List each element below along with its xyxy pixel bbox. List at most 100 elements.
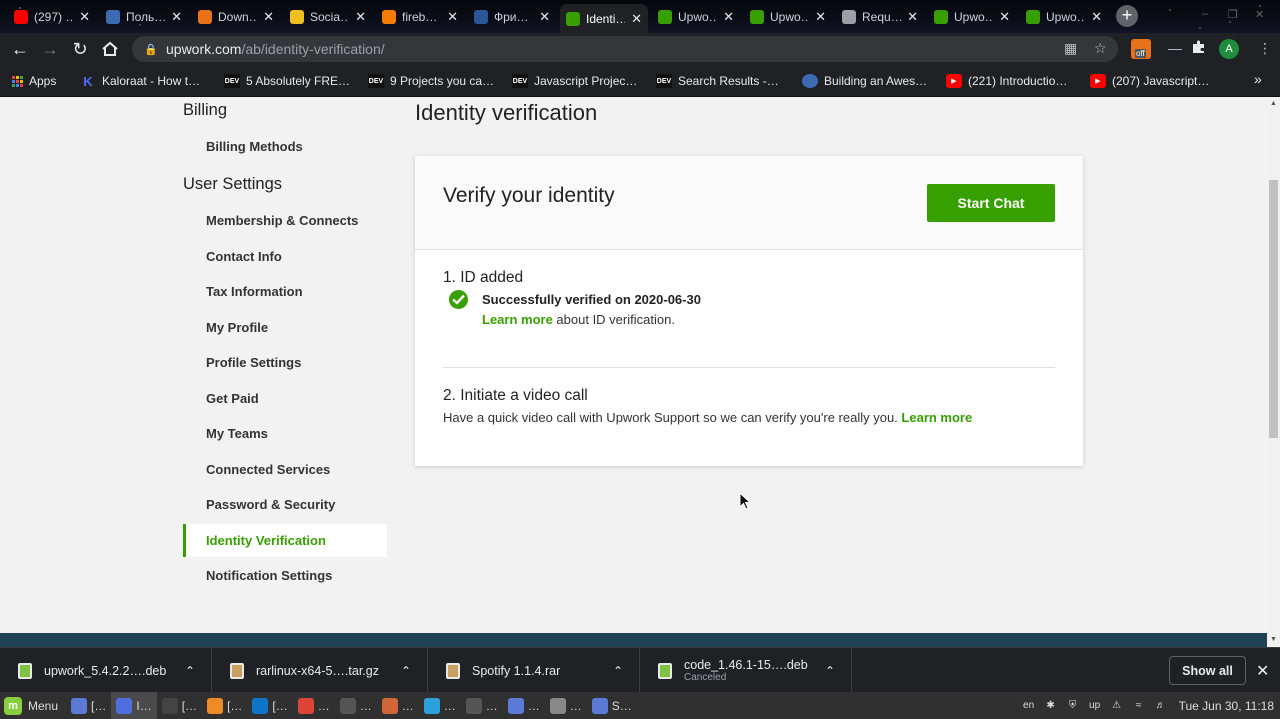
browser-tab[interactable]: Identi… ✕ bbox=[560, 4, 648, 33]
sidebar-item-my-teams[interactable]: My Teams bbox=[183, 417, 387, 450]
sidebar-item-identity-verification[interactable]: Identity Verification bbox=[183, 523, 387, 557]
back-button[interactable]: ← bbox=[8, 37, 32, 61]
taskbar-window-item[interactable]: [… bbox=[157, 692, 202, 719]
close-tab-icon[interactable]: ✕ bbox=[999, 9, 1010, 25]
sidebar-item-contact-info[interactable]: Contact Info bbox=[183, 240, 387, 273]
bookmark-item[interactable]: ▶ (207) Javascript… bbox=[1090, 72, 1209, 90]
sidebar-item-connected-services[interactable]: Connected Services bbox=[183, 453, 387, 486]
warning-icon[interactable]: ⚠ bbox=[1109, 698, 1125, 714]
show-all-downloads-button[interactable]: Show all bbox=[1169, 656, 1246, 685]
forward-button[interactable]: → bbox=[38, 37, 62, 61]
chevron-up-icon[interactable]: ⌃ bbox=[613, 664, 623, 678]
wifi-icon[interactable]: ≈ bbox=[1131, 698, 1147, 714]
page-scrollbar[interactable]: ▲ ▼ bbox=[1267, 98, 1280, 647]
chevron-up-icon[interactable]: ⌃ bbox=[825, 664, 835, 678]
chevron-up-icon[interactable]: ⌃ bbox=[401, 664, 411, 678]
close-tab-icon[interactable]: ✕ bbox=[631, 11, 642, 27]
taskbar-window-item[interactable]: … bbox=[503, 692, 545, 719]
taskbar-window-item[interactable]: … bbox=[377, 692, 419, 719]
shield-icon[interactable]: ⛨ bbox=[1065, 698, 1081, 714]
browser-tab[interactable]: fireb… ✕ bbox=[376, 4, 464, 29]
more-bookmarks-icon[interactable]: » bbox=[1254, 71, 1262, 87]
taskbar-window-item[interactable]: [… bbox=[66, 692, 111, 719]
download-item[interactable]: upwork_5.4.2.2….deb ⌃ bbox=[0, 648, 212, 693]
download-item[interactable]: code_1.46.1-15….deb Canceled ⌃ bbox=[640, 648, 852, 693]
sidebar-item-membership-connects[interactable]: Membership & Connects bbox=[183, 204, 387, 237]
sidebar-item-password-security[interactable]: Password & Security bbox=[183, 488, 387, 521]
close-tab-icon[interactable]: ✕ bbox=[1091, 9, 1102, 25]
close-tab-icon[interactable]: ✕ bbox=[815, 9, 826, 25]
minimize-window-icon[interactable]: – bbox=[1202, 8, 1208, 20]
scroll-up-icon[interactable]: ▲ bbox=[1270, 100, 1277, 107]
download-item[interactable]: Spotify 1.1.4.rar ⌃ bbox=[428, 648, 640, 693]
browser-tab[interactable]: Upwo… ✕ bbox=[928, 4, 1016, 29]
scrollbar-thumb[interactable] bbox=[1269, 180, 1278, 438]
start-chat-button[interactable]: Start Chat bbox=[927, 184, 1055, 222]
download-item[interactable]: rarlinux-x64-5….tar.gz ⌃ bbox=[212, 648, 428, 693]
close-tab-icon[interactable]: ✕ bbox=[907, 9, 918, 25]
reload-button[interactable]: ↻ bbox=[68, 37, 92, 61]
scroll-down-icon[interactable]: ▼ bbox=[1270, 636, 1277, 643]
sidebar-item-tax-information[interactable]: Tax Information bbox=[183, 275, 387, 308]
taskbar-window-item[interactable]: [… bbox=[247, 692, 292, 719]
browser-menu-icon[interactable]: ⋮ bbox=[1258, 40, 1272, 57]
bookmark-item[interactable]: DEV Search Results -… bbox=[656, 72, 779, 90]
browser-tab[interactable]: Upwo… ✕ bbox=[1020, 4, 1108, 29]
taskbar-window-item[interactable]: I… bbox=[111, 692, 157, 719]
bookmark-item[interactable]: K Kaloraat - How t… bbox=[80, 72, 200, 90]
close-tab-icon[interactable]: ✕ bbox=[355, 9, 366, 25]
home-button[interactable] bbox=[98, 37, 122, 61]
bookmark-item[interactable]: Building an Awes… bbox=[802, 72, 927, 90]
extension-menu-icon[interactable]: — bbox=[1168, 40, 1182, 56]
bookmark-item[interactable]: DEV 5 Absolutely FRE… bbox=[224, 72, 350, 90]
sidebar-item-notification-settings[interactable]: Notification Settings bbox=[183, 559, 387, 592]
taskbar-window-item[interactable]: S… bbox=[587, 692, 637, 719]
sidebar-item-get-paid[interactable]: Get Paid bbox=[183, 382, 387, 415]
new-tab-button[interactable]: + bbox=[1116, 5, 1138, 27]
upwork-tray-icon[interactable]: up bbox=[1087, 698, 1103, 714]
browser-tab[interactable]: Down… ✕ bbox=[192, 4, 280, 29]
taskbar-window-item[interactable]: … bbox=[335, 692, 377, 719]
clock[interactable]: Tue Jun 30, 11:18 bbox=[1179, 699, 1274, 713]
bookmark-item[interactable]: DEV Javascript Projec… bbox=[512, 72, 637, 90]
maximize-window-icon[interactable]: ❐ bbox=[1228, 8, 1238, 21]
taskbar-window-item[interactable]: [… bbox=[202, 692, 247, 719]
close-tab-icon[interactable]: ✕ bbox=[539, 9, 550, 25]
address-bar[interactable]: 🔒 upwork.com/ab/identity-verification/ bbox=[132, 36, 1118, 62]
chevron-up-icon[interactable]: ⌃ bbox=[185, 664, 195, 678]
language-indicator[interactable]: en bbox=[1021, 698, 1037, 714]
bookmark-item[interactable]: DEV 9 Projects you ca… bbox=[368, 72, 494, 90]
profile-avatar[interactable]: A bbox=[1219, 39, 1239, 59]
sidebar-item-profile-settings[interactable]: Profile Settings bbox=[183, 346, 387, 379]
extension-off-icon[interactable]: off bbox=[1131, 39, 1151, 59]
browser-tab[interactable]: Upwo… ✕ bbox=[744, 4, 832, 29]
bookmark-star-icon[interactable]: ☆ bbox=[1094, 40, 1107, 57]
close-tab-icon[interactable]: ✕ bbox=[171, 9, 182, 25]
browser-tab[interactable]: (297) … ✕ bbox=[8, 4, 96, 29]
sidebar-item-my-profile[interactable]: My Profile bbox=[183, 311, 387, 344]
volume-icon[interactable]: ♬ bbox=[1153, 698, 1169, 714]
taskbar-window-item[interactable]: … bbox=[293, 692, 335, 719]
browser-tab[interactable]: Requ… ✕ bbox=[836, 4, 924, 29]
sidebar-item-billing-methods[interactable]: Billing Methods bbox=[183, 130, 387, 163]
bookmark-item[interactable]: ▶ (221) Introductio… bbox=[946, 72, 1067, 90]
bluetooth-icon[interactable]: ✱ bbox=[1043, 698, 1059, 714]
close-tab-icon[interactable]: ✕ bbox=[79, 9, 90, 25]
browser-tab[interactable]: Фри… ✕ bbox=[468, 4, 556, 29]
browser-tab[interactable]: Поль… ✕ bbox=[100, 4, 188, 29]
start-menu-button[interactable]: m Menu bbox=[0, 696, 66, 715]
bookmark-item[interactable]: Apps bbox=[12, 72, 56, 90]
learn-more-id-link[interactable]: Learn more bbox=[482, 312, 553, 327]
browser-tab[interactable]: Upwo… ✕ bbox=[652, 4, 740, 29]
taskbar-window-item[interactable]: … bbox=[461, 692, 503, 719]
taskbar-window-item[interactable]: … bbox=[545, 692, 587, 719]
taskbar-window-item[interactable]: … bbox=[419, 692, 461, 719]
close-tab-icon[interactable]: ✕ bbox=[723, 9, 734, 25]
translate-icon[interactable]: ▦ bbox=[1064, 40, 1077, 57]
browser-tab[interactable]: Socia… ✕ bbox=[284, 4, 372, 29]
close-tab-icon[interactable]: ✕ bbox=[263, 9, 274, 25]
close-tab-icon[interactable]: ✕ bbox=[447, 9, 458, 25]
extensions-puzzle-icon[interactable] bbox=[1192, 40, 1206, 57]
close-downloads-icon[interactable]: ✕ bbox=[1256, 661, 1269, 681]
learn-more-video-link[interactable]: Learn more bbox=[901, 410, 972, 425]
